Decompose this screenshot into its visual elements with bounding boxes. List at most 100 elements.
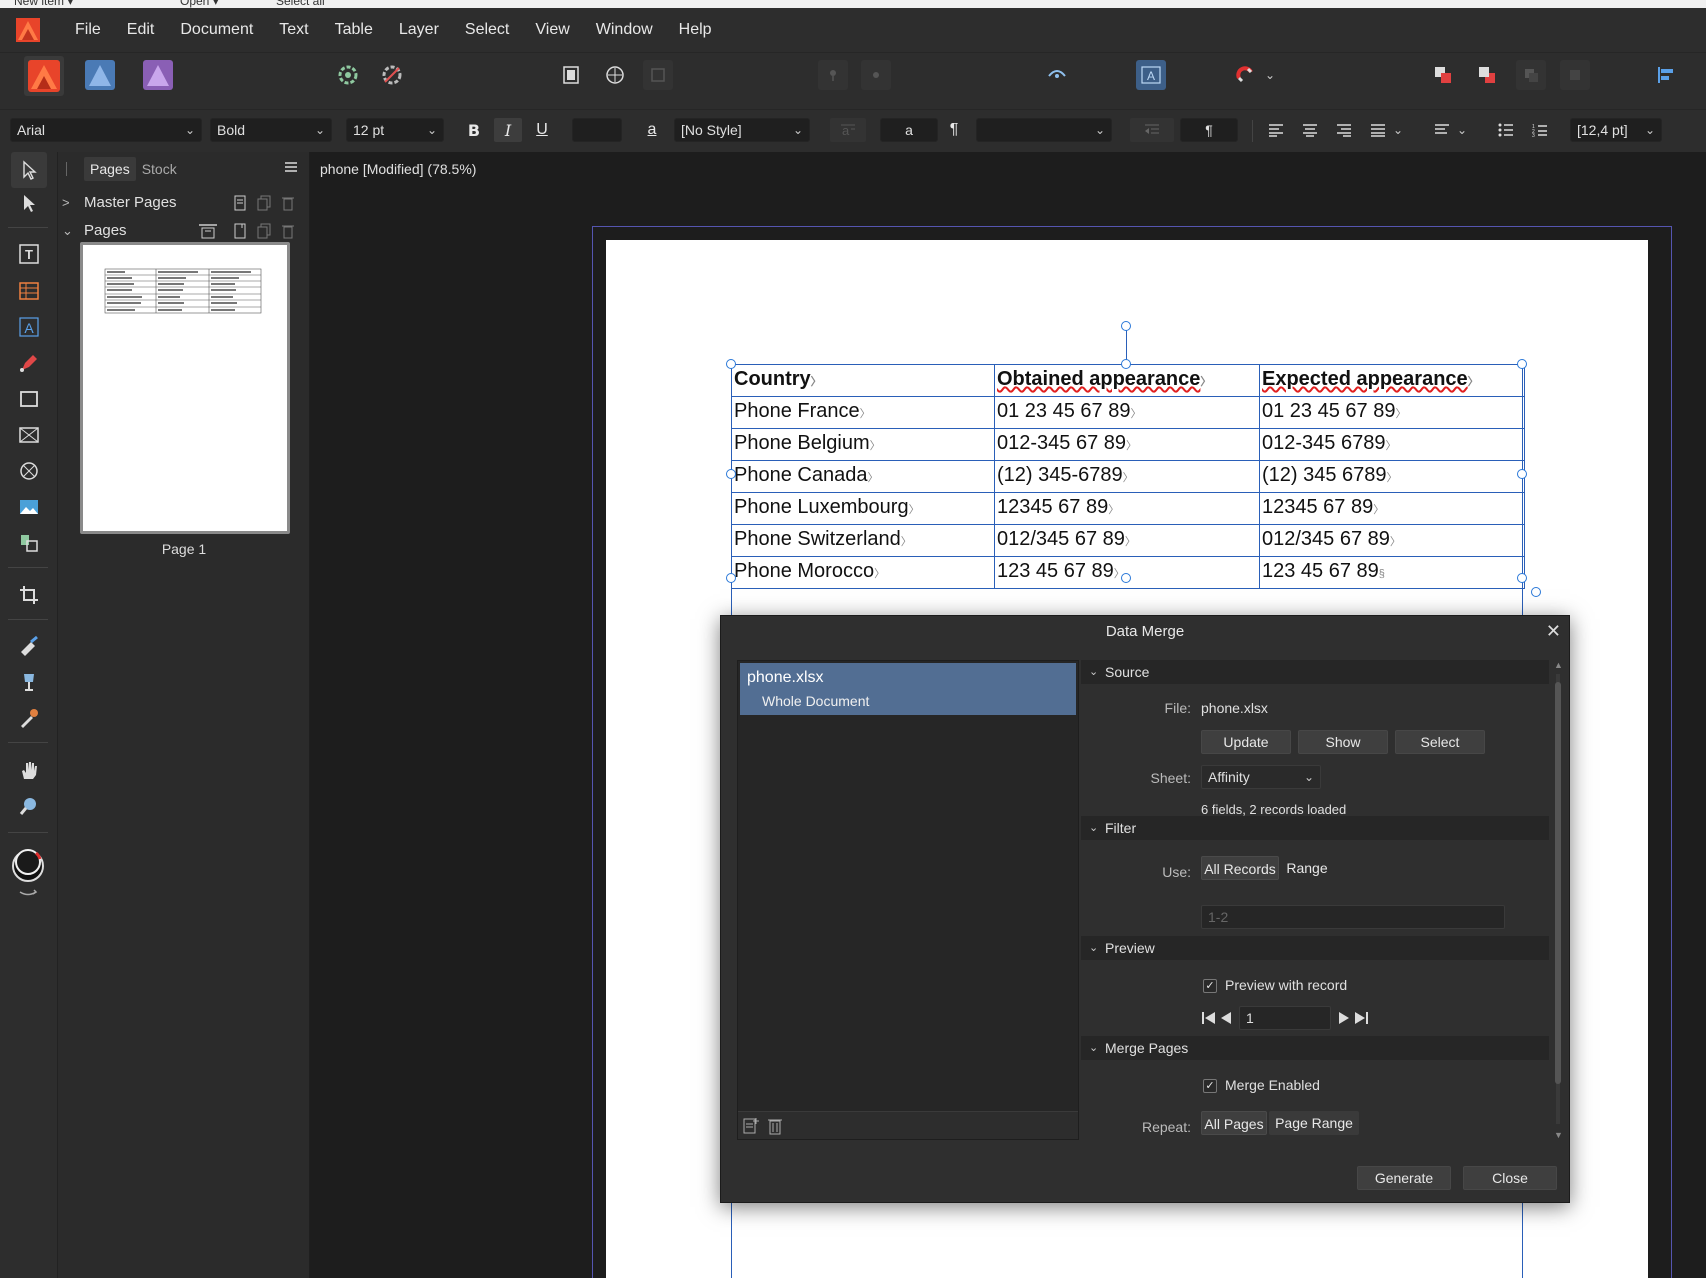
paragraph-style-preview[interactable]: ¶ — [1180, 118, 1238, 142]
sheet-select[interactable]: Affinity ⌄ — [1201, 765, 1321, 789]
text-style-combo[interactable]: [No Style] ⌄ — [674, 118, 810, 142]
publisher-persona-icon[interactable] — [24, 56, 64, 96]
align-right-icon[interactable] — [1330, 118, 1358, 142]
leading-combo[interactable]: [12,4 pt] ⌄ — [1570, 118, 1662, 142]
ellipse-frame-tool-icon[interactable] — [11, 453, 47, 489]
bullet-list-icon[interactable] — [1492, 118, 1520, 142]
first-record-icon[interactable] — [1201, 1010, 1217, 1026]
section-merge-pages[interactable]: ⌄ Merge Pages — [1081, 1036, 1549, 1060]
align-center-icon[interactable] — [1296, 118, 1324, 142]
table-cell[interactable]: Phone Canada〉 — [731, 460, 995, 493]
add-master-page-icon[interactable] — [232, 195, 248, 211]
app-logo-icon[interactable] — [16, 18, 40, 42]
table-cell[interactable]: (12) 345 6789〉 — [1259, 460, 1525, 493]
paragraph-style-combo[interactable]: ⌄ — [976, 118, 1112, 142]
scroll-down-icon[interactable]: ▼ — [1554, 1130, 1563, 1140]
next-record-icon[interactable] — [1337, 1010, 1351, 1026]
move-tool-icon[interactable] — [11, 152, 47, 188]
tab-stock[interactable]: Stock — [136, 157, 183, 181]
artistic-text-tool-icon[interactable]: A — [11, 309, 47, 345]
underline-button[interactable]: U — [528, 118, 556, 142]
node-tool-icon[interactable] — [11, 185, 47, 221]
chevron-down-icon[interactable]: ⌄ — [62, 218, 73, 244]
resize-handle[interactable] — [1517, 573, 1527, 583]
align-left-icon[interactable] — [1262, 118, 1290, 142]
update-button[interactable]: Update — [1201, 730, 1291, 754]
table-cell[interactable]: 012-345 67 89〉 — [994, 428, 1260, 461]
table-cell[interactable]: 01 23 45 67 89〉 — [1259, 396, 1525, 429]
font-style-combo[interactable]: Bold ⌄ — [210, 118, 332, 142]
menu-file[interactable]: File — [62, 8, 114, 52]
snapping-dropdown-icon[interactable]: ⌄ — [1262, 60, 1278, 90]
section-preview[interactable]: ⌄ Preview — [1081, 936, 1549, 960]
transparency-tool-icon[interactable] — [11, 664, 47, 700]
arrange-back-icon[interactable] — [1472, 60, 1502, 90]
show-button[interactable]: Show — [1298, 730, 1388, 754]
preflight-off-icon[interactable] — [377, 60, 407, 90]
designer-persona-icon[interactable] — [82, 57, 118, 93]
frame-text-tool-icon[interactable]: T — [11, 236, 47, 272]
resize-handle[interactable] — [1121, 573, 1131, 583]
panel-menu-icon[interactable] — [284, 160, 298, 174]
resize-handle[interactable] — [1517, 359, 1527, 369]
scroll-up-icon[interactable]: ▲ — [1554, 660, 1563, 670]
menu-text[interactable]: Text — [266, 8, 321, 52]
delete-master-icon[interactable] — [280, 195, 296, 211]
fill-tool-icon[interactable] — [11, 628, 47, 664]
table-tool-icon[interactable] — [11, 273, 47, 309]
rectangle-tool-icon[interactable] — [11, 381, 47, 417]
justify-dropdown-icon[interactable]: ⌄ — [1390, 118, 1406, 142]
add-source-icon[interactable] — [742, 1117, 760, 1135]
table-cell[interactable]: (12) 345-6789〉 — [994, 460, 1260, 493]
select-button[interactable]: Select — [1395, 730, 1485, 754]
table-cell[interactable]: Phone France〉 — [731, 396, 995, 429]
tab-pages[interactable]: Pages — [84, 157, 136, 181]
text-style-preview[interactable]: a — [880, 118, 938, 142]
view-mode-icon[interactable] — [556, 60, 586, 90]
table-cell[interactable]: Phone Morocco〉 — [731, 556, 995, 589]
open-label[interactable]: Open ▾ — [180, 0, 219, 8]
preview-checkbox[interactable]: ✓ — [1203, 979, 1217, 993]
snapping-magnet-icon[interactable] — [1230, 60, 1260, 90]
menu-edit[interactable]: Edit — [114, 8, 168, 52]
document-table[interactable]: Country〉 Obtained appearance〉 Expected a… — [731, 364, 1525, 589]
record-number-input[interactable]: 1 — [1239, 1006, 1331, 1030]
panel-grip-icon[interactable] — [66, 162, 74, 176]
table-cell[interactable]: 012-345 6789〉 — [1259, 428, 1525, 461]
dialog-scrollbar[interactable]: ▲ ▼ — [1553, 660, 1563, 1140]
scrollbar-thumb[interactable] — [1555, 682, 1561, 1084]
resize-handle[interactable] — [1517, 469, 1527, 479]
repeat-page-range-option[interactable]: Page Range — [1269, 1111, 1359, 1135]
crop-tool-icon[interactable] — [11, 577, 47, 613]
font-size-combo[interactable]: 12 pt ⌄ — [346, 118, 444, 142]
text-overflow-handle[interactable] — [1531, 587, 1541, 597]
picture-frame-tool-icon[interactable] — [11, 417, 47, 453]
repeat-all-pages-option[interactable]: All Pages — [1201, 1111, 1267, 1135]
zoom-tool-icon[interactable] — [11, 788, 47, 824]
data-source-item[interactable]: phone.xlsx Whole Document — [740, 663, 1076, 715]
delete-page-icon[interactable] — [280, 223, 296, 239]
section-source[interactable]: ⌄ Source — [1081, 660, 1549, 684]
justify-icon[interactable] — [1364, 118, 1392, 142]
resize-handle[interactable] — [726, 469, 736, 479]
preflight-gear-icon[interactable] — [333, 60, 363, 90]
hand-tool-icon[interactable] — [11, 752, 47, 788]
resize-handle[interactable] — [726, 573, 736, 583]
menu-document[interactable]: Document — [167, 8, 266, 52]
menu-table[interactable]: Table — [322, 8, 386, 52]
arrange-front-icon[interactable] — [1428, 60, 1458, 90]
table-cell[interactable]: 012/345 67 89〉 — [1259, 524, 1525, 557]
table-cell[interactable]: 123 45 67 89§ — [1259, 556, 1525, 589]
menu-window[interactable]: Window — [583, 8, 666, 52]
vector-crop-tool-icon[interactable] — [11, 525, 47, 561]
bold-button[interactable]: B — [460, 118, 488, 142]
duplicate-page-icon[interactable] — [256, 223, 272, 239]
character-style-button[interactable]: a — [638, 118, 666, 142]
table-cell[interactable]: 12345 67 89〉 — [1259, 492, 1525, 525]
page-thumbnail[interactable] — [80, 242, 290, 534]
menu-layer[interactable]: Layer — [386, 8, 452, 52]
vertical-align-dropdown-icon[interactable]: ⌄ — [1454, 118, 1470, 142]
new-item-label[interactable]: New item ▾ — [14, 0, 73, 8]
table-cell[interactable]: 12345 67 89〉 — [994, 492, 1260, 525]
paragraph-style-button[interactable]: ¶ — [940, 118, 968, 142]
